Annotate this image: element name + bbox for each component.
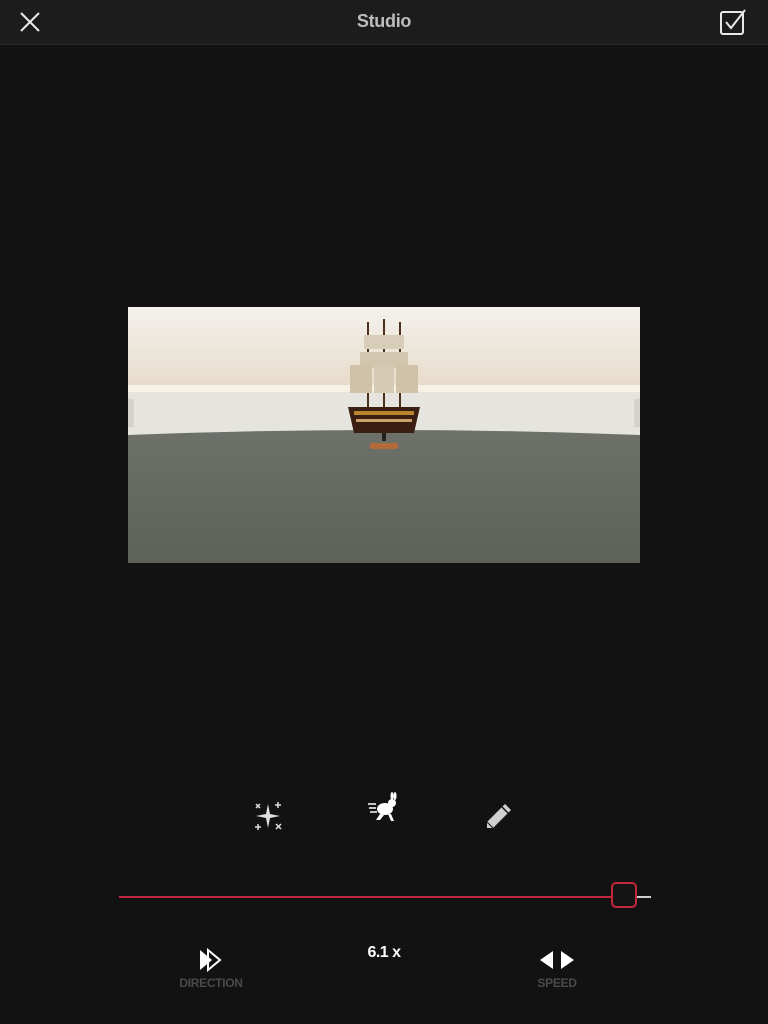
slider-track-fill (119, 896, 612, 898)
direction-label: DIRECTION (179, 976, 243, 990)
video-preview[interactable] (128, 307, 640, 563)
sparkle-icon (255, 802, 282, 830)
pencil-icon (486, 804, 511, 829)
done-button[interactable] (718, 7, 748, 37)
checkbox-done-icon (720, 9, 746, 35)
direction-button[interactable]: DIRECTION (170, 948, 252, 990)
page-title: Studio (356, 11, 412, 31)
speed-direction-button[interactable]: SPEED (516, 948, 598, 990)
slider-thumb[interactable] (611, 882, 638, 908)
fast-forward-icon (200, 948, 222, 972)
speed-label: SPEED (537, 976, 577, 990)
effects-button[interactable] (250, 798, 286, 834)
edit-button[interactable] (481, 798, 517, 834)
speed-slider[interactable] (119, 882, 651, 912)
preview-image (128, 307, 640, 563)
slider-track-remaining (637, 896, 651, 898)
speed-tool-button[interactable] (366, 790, 402, 826)
speed-value-label: 6.1 x (367, 944, 401, 961)
rabbit-speed-icon (368, 792, 397, 821)
left-right-arrows-icon (540, 951, 574, 969)
top-bar: Studio (0, 0, 768, 45)
